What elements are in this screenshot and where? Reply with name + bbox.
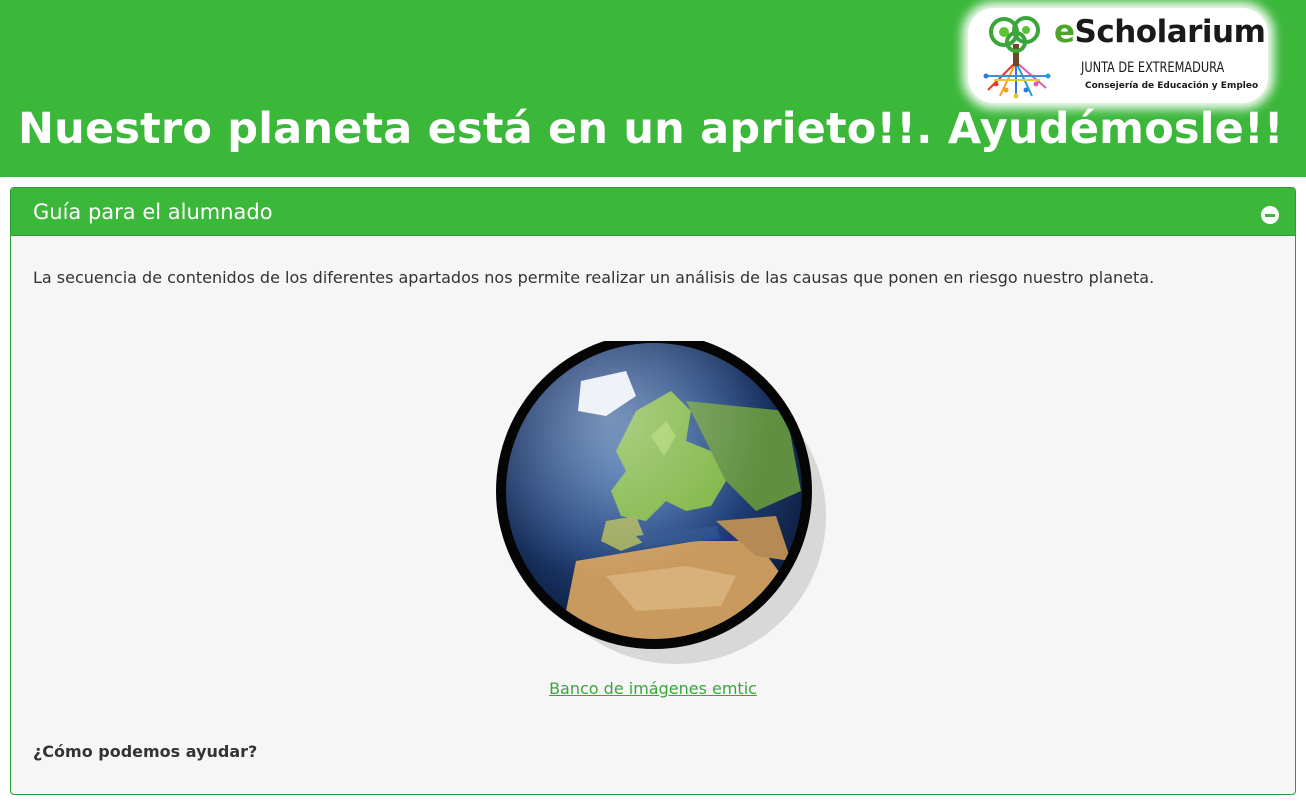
help-question: ¿Cómo podemos ayudar? [33, 742, 258, 761]
image-credit-link[interactable]: Banco de imágenes emtic [11, 679, 1295, 698]
intro-text: La secuencia de contenidos de los difere… [33, 268, 1155, 287]
logo-department: Consejería de Educación y Empleo [1085, 81, 1259, 91]
panel-title: Guía para el alumnado [33, 200, 273, 224]
escholarium-logo[interactable]: eScholarium JUNTA DE EXTREMADURA Conseje… [968, 8, 1268, 103]
earth-globe-icon [496, 333, 826, 664]
page-title: Nuestro planeta está en un aprieto!!. Ay… [18, 104, 1284, 154]
page-header: Nuestro planeta está en un aprieto!!. Ay… [0, 0, 1306, 177]
minus-circle-icon[interactable] [1261, 206, 1279, 224]
logo-brand-prefix: e [1054, 14, 1075, 50]
logo-brand: eScholarium [1054, 14, 1266, 50]
panel-header[interactable]: Guía para el alumnado [11, 188, 1295, 236]
tree-logo-icon [983, 16, 1051, 99]
logo-brand-main: Scholarium [1074, 14, 1266, 50]
earth-globe-image [486, 333, 826, 667]
guide-panel: Guía para el alumnado La secuencia de co… [10, 187, 1296, 795]
logo-institution: JUNTA DE EXTREMADURA [1081, 60, 1225, 76]
